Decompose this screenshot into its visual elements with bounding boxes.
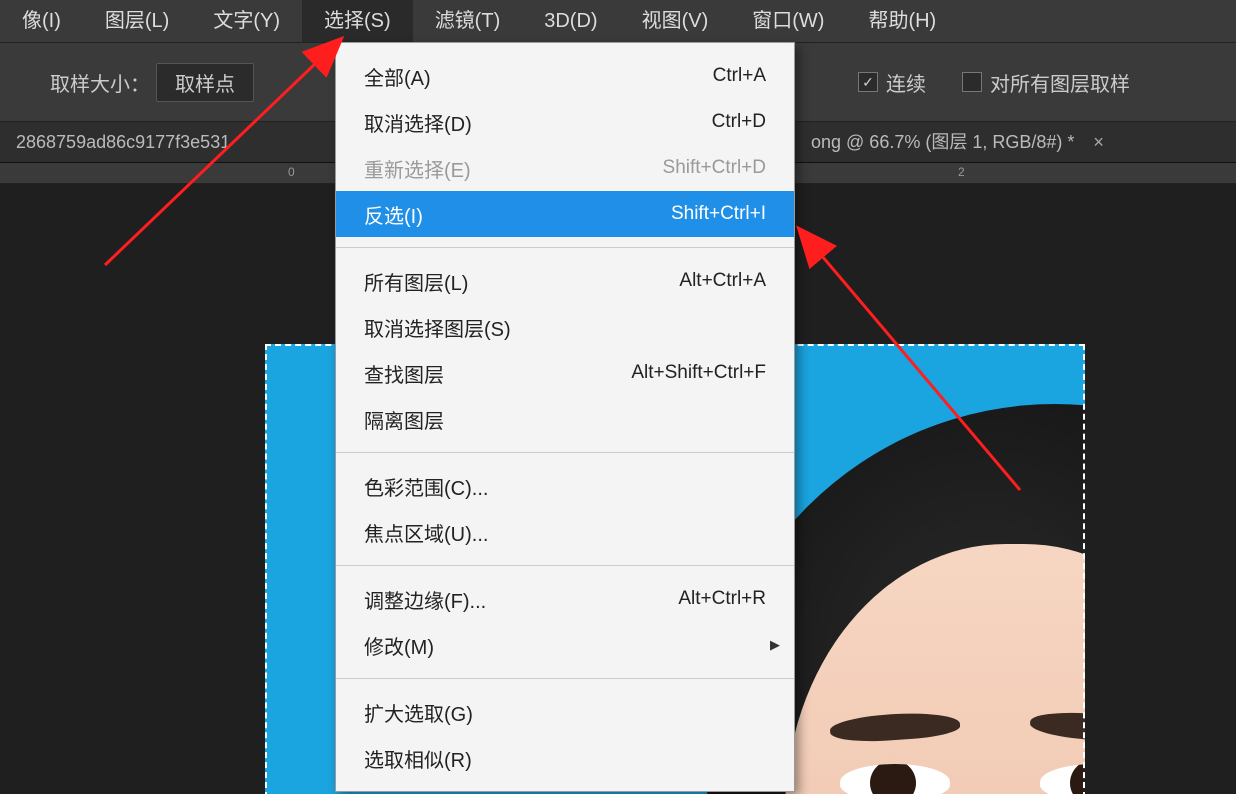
select-menu-dropdown: 全部(A) Ctrl+A 取消选择(D) Ctrl+D 重新选择(E) Shif…	[335, 42, 795, 792]
menu-item-shortcut: Alt+Ctrl+A	[679, 270, 766, 292]
menu-item-label: 全部(A)	[364, 62, 431, 91]
menu-item-label: 扩大选取(G)	[364, 698, 473, 727]
checkbox-icon	[962, 72, 982, 92]
portrait-eye	[840, 764, 950, 794]
menu-item-label: 取消选择图层(S)	[364, 313, 511, 342]
submenu-arrow-icon: ▶	[770, 637, 780, 653]
menu-item-color-range[interactable]: 色彩范围(C)...	[336, 463, 794, 509]
menu-item-all[interactable]: 全部(A) Ctrl+A	[336, 53, 794, 99]
menu-item-reselect: 重新选择(E) Shift+Ctrl+D	[336, 145, 794, 191]
menu-text[interactable]: 文字(Y)	[191, 0, 302, 42]
menu-item-label: 重新选择(E)	[364, 154, 471, 183]
all-layers-label: 对所有图层取样	[990, 68, 1130, 97]
menu-image[interactable]: 像(I)	[0, 0, 83, 42]
menu-item-label: 查找图层	[364, 359, 444, 388]
close-icon[interactable]: ×	[1093, 132, 1104, 152]
menu-item-focus-area[interactable]: 焦点区域(U)...	[336, 509, 794, 555]
menu-layer[interactable]: 图层(L)	[83, 0, 191, 42]
menu-filter[interactable]: 滤镜(T)	[413, 0, 523, 42]
menu-item-label: 焦点区域(U)...	[364, 518, 488, 547]
document-tab-1[interactable]: 2868759ad86c9177f3e531	[0, 122, 362, 162]
menu-item-label: 反选(I)	[364, 200, 423, 229]
menu-item-modify[interactable]: 修改(M) ▶	[336, 622, 794, 668]
menu-item-refine-edge[interactable]: 调整边缘(F)... Alt+Ctrl+R	[336, 576, 794, 622]
menu-item-inverse[interactable]: 反选(I) Shift+Ctrl+I	[336, 191, 794, 237]
document-tab-2[interactable]: ong @ 66.7% (图层 1, RGB/8#) * ×	[795, 122, 1120, 162]
ruler-tick: 0	[288, 165, 295, 179]
menu-select[interactable]: 选择(S)	[302, 0, 413, 42]
menu-item-label: 修改(M)	[364, 631, 434, 660]
ruler-tick: 2	[958, 165, 965, 179]
checkbox-icon: ✓	[858, 72, 878, 92]
menu-item-label: 取消选择(D)	[364, 108, 472, 137]
menu-item-similar[interactable]: 选取相似(R)	[336, 735, 794, 781]
menu-help[interactable]: 帮助(H)	[846, 0, 958, 42]
menu-view[interactable]: 视图(V)	[620, 0, 731, 42]
menu-item-label: 调整边缘(F)...	[364, 585, 486, 614]
sample-size-field[interactable]: 取样点	[156, 63, 254, 102]
menu-item-deselect[interactable]: 取消选择(D) Ctrl+D	[336, 99, 794, 145]
contiguous-checkbox[interactable]: ✓ 连续	[858, 68, 926, 97]
menu-window[interactable]: 窗口(W)	[730, 0, 846, 42]
menu-item-grow[interactable]: 扩大选取(G)	[336, 689, 794, 735]
menu-item-label: 选取相似(R)	[364, 744, 472, 773]
menu-item-label: 隔离图层	[364, 405, 444, 434]
menu-item-label: 所有图层(L)	[364, 267, 468, 296]
menu-item-deselect-layers[interactable]: 取消选择图层(S)	[336, 304, 794, 350]
contiguous-label: 连续	[886, 68, 926, 97]
menu-item-shortcut: Shift+Ctrl+I	[671, 203, 766, 225]
menu-item-shortcut: Ctrl+D	[712, 111, 766, 133]
menu-item-isolate-layers[interactable]: 隔离图层	[336, 396, 794, 442]
menu-item-shortcut: Alt+Ctrl+R	[678, 588, 766, 610]
menu-item-find-layers[interactable]: 查找图层 Alt+Shift+Ctrl+F	[336, 350, 794, 396]
menu-item-shortcut: Alt+Shift+Ctrl+F	[631, 362, 766, 384]
sample-size-label: 取样大小：	[50, 68, 150, 97]
menu-item-shortcut: Ctrl+A	[713, 65, 766, 87]
menubar: 像(I) 图层(L) 文字(Y) 选择(S) 滤镜(T) 3D(D) 视图(V)…	[0, 0, 1236, 43]
tab-title: ong @ 66.7% (图层 1, RGB/8#) *	[811, 132, 1074, 152]
menu-item-label: 色彩范围(C)...	[364, 472, 488, 501]
menu-item-all-layers[interactable]: 所有图层(L) Alt+Ctrl+A	[336, 258, 794, 304]
all-layers-checkbox[interactable]: 对所有图层取样	[962, 68, 1130, 97]
menu-3d[interactable]: 3D(D)	[522, 0, 619, 42]
menu-item-shortcut: Shift+Ctrl+D	[663, 157, 766, 179]
